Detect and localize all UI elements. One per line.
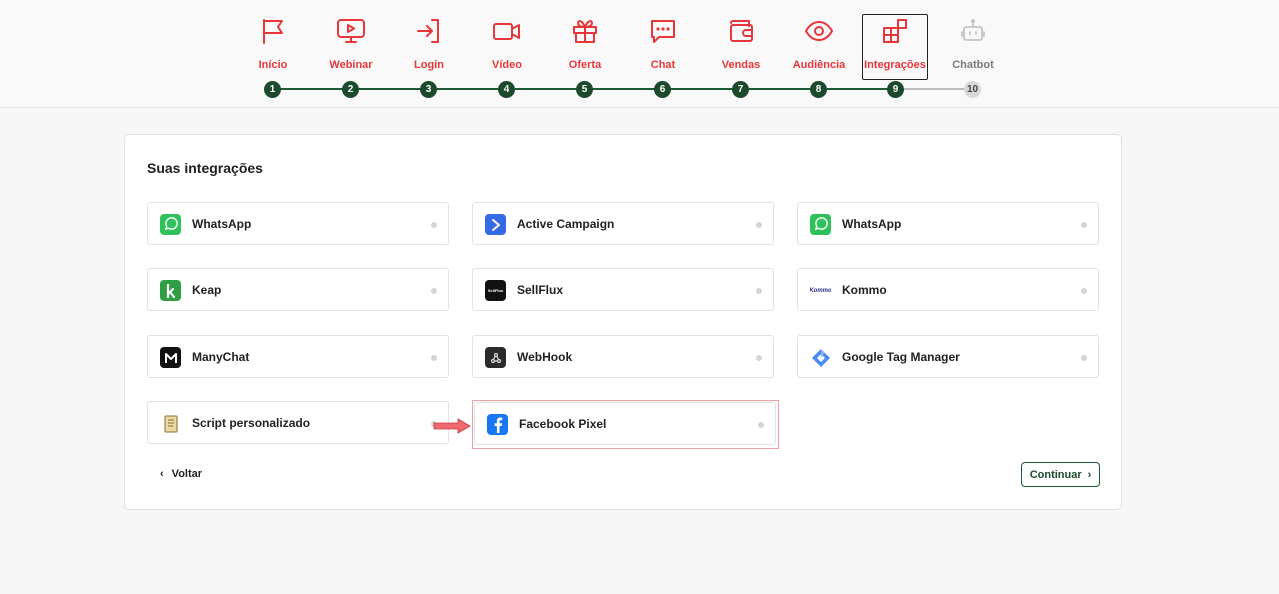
step-number: 6	[654, 81, 671, 98]
google-tag-manager-icon	[810, 347, 831, 368]
status-dot	[431, 288, 437, 294]
integration-name: Active Campaign	[517, 217, 615, 231]
chevron-left-icon: ‹	[160, 468, 164, 480]
step-label: Início	[258, 59, 288, 71]
step-label: Chat	[650, 59, 676, 71]
step-integracoes[interactable]: Integrações 9	[862, 14, 928, 100]
whatsapp-icon	[810, 214, 831, 235]
step-audiencia[interactable]: Audiência 8	[786, 14, 852, 100]
back-button[interactable]: ‹ Voltar	[160, 468, 202, 480]
integration-name: SellFlux	[517, 283, 564, 297]
chevron-right-icon: ›	[1087, 468, 1092, 481]
step-number: 5	[576, 81, 593, 98]
step-number: 9	[887, 81, 904, 98]
step-label: Vídeo	[492, 59, 522, 71]
integration-facebook-pixel[interactable]: Facebook Pixel	[474, 402, 776, 445]
gift-icon	[571, 14, 599, 48]
integration-name: ManyChat	[192, 350, 250, 364]
step-number: 1	[264, 81, 281, 98]
continue-label: Continuar	[1029, 468, 1082, 481]
integration-manychat[interactable]: ManyChat	[147, 335, 449, 378]
eye-icon	[804, 14, 834, 48]
manychat-icon	[160, 347, 181, 368]
status-dot	[756, 288, 762, 294]
login-icon	[415, 14, 443, 48]
step-chatbot[interactable]: Chatbot 10	[940, 14, 1006, 100]
facebook-icon	[487, 414, 508, 435]
integration-google-tag-manager[interactable]: Google Tag Manager	[797, 335, 1099, 378]
kommo-icon: Kommo	[810, 287, 831, 294]
step-webinar[interactable]: Webinar 2	[318, 14, 384, 100]
chat-bubble-icon	[649, 14, 677, 48]
step-oferta[interactable]: Oferta 5	[552, 14, 618, 100]
step-number: 4	[498, 81, 515, 98]
integration-webhook[interactable]: WebHook	[472, 335, 774, 378]
step-number: 7	[732, 81, 749, 98]
step-label: Vendas	[721, 59, 761, 71]
integrations-card: Suas integrações	[124, 134, 1122, 510]
card-title: Suas integrações	[147, 160, 263, 176]
step-chat[interactable]: Chat 6	[630, 14, 696, 100]
pointer-arrow-icon	[433, 418, 471, 434]
integration-name: WhatsApp	[842, 217, 902, 231]
step-label: Audiência	[792, 59, 846, 71]
step-login[interactable]: Login 3	[396, 14, 462, 100]
integration-script-personalizado[interactable]: Script personalizado	[147, 401, 449, 444]
step-label: Login	[414, 59, 444, 71]
integration-active-campaign[interactable]: Active Campaign	[472, 202, 774, 245]
back-label: Voltar	[171, 468, 203, 480]
continue-button[interactable]: Continuar ›	[1021, 462, 1100, 487]
step-label: Chatbot	[952, 59, 994, 71]
step-number: 3	[420, 81, 437, 98]
status-dot	[756, 222, 762, 228]
monitor-play-icon	[336, 14, 366, 48]
integration-name: Kommo	[842, 283, 887, 297]
integration-name: Facebook Pixel	[519, 417, 607, 431]
wizard-stepper: Início 1 Webinar 2 Login 3 Vídeo 4 Ofert…	[0, 0, 1279, 108]
integration-whatsapp-2[interactable]: WhatsApp	[797, 202, 1099, 245]
robot-icon	[959, 14, 987, 48]
step-number: 8	[810, 81, 827, 98]
keap-icon	[160, 280, 181, 301]
status-dot	[1081, 355, 1087, 361]
step-inicio[interactable]: Início 1	[240, 14, 306, 100]
wallet-icon	[727, 14, 755, 48]
whatsapp-icon	[160, 214, 181, 235]
active-campaign-icon	[485, 214, 506, 235]
step-vendas[interactable]: Vendas 7	[708, 14, 774, 100]
webhook-icon	[485, 347, 506, 368]
integration-keap[interactable]: Keap	[147, 268, 449, 311]
script-icon	[160, 413, 181, 434]
status-dot	[758, 422, 764, 428]
status-dot	[431, 355, 437, 361]
integration-name: WhatsApp	[192, 217, 252, 231]
status-dot	[431, 222, 437, 228]
integration-sellflux[interactable]: SellFlux SellFlux	[472, 268, 774, 311]
sellflux-icon: SellFlux	[485, 280, 506, 301]
status-dot	[1081, 222, 1087, 228]
video-camera-icon	[492, 14, 522, 48]
active-step-frame	[862, 14, 928, 80]
integration-name: WebHook	[517, 350, 573, 364]
integration-name: Google Tag Manager	[842, 350, 960, 364]
integration-name: Script personalizado	[192, 416, 311, 430]
step-number: 10	[964, 81, 981, 98]
step-label: Webinar	[329, 59, 373, 71]
flag-icon	[260, 14, 286, 48]
integration-name: Keap	[192, 283, 222, 297]
status-dot	[1081, 288, 1087, 294]
step-video[interactable]: Vídeo 4	[474, 14, 540, 100]
step-number: 2	[342, 81, 359, 98]
integration-whatsapp-1[interactable]: WhatsApp	[147, 202, 449, 245]
status-dot	[756, 355, 762, 361]
step-label: Oferta	[568, 59, 602, 71]
integration-kommo[interactable]: Kommo Kommo	[797, 268, 1099, 311]
